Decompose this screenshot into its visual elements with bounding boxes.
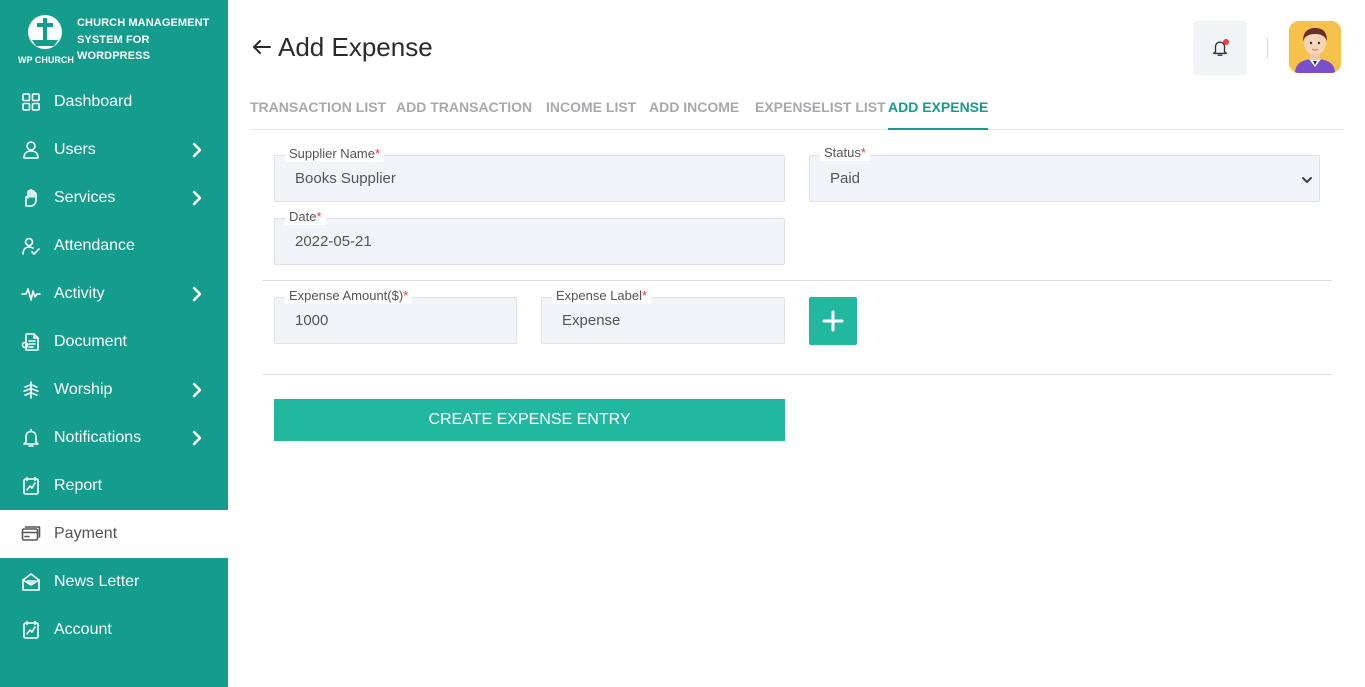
- sidebar-item-label: News Letter: [54, 573, 140, 590]
- tab-add-transaction[interactable]: ADD TRANSACTION: [396, 99, 532, 130]
- date-field[interactable]: Date* 2022-05-21: [274, 209, 785, 265]
- report-icon: [20, 475, 42, 497]
- section-divider: [262, 374, 1332, 375]
- chevron-right-icon: [190, 430, 204, 446]
- expense-amount-field[interactable]: Expense Amount($)* 1000: [274, 288, 517, 344]
- document-icon: [20, 331, 42, 353]
- notification-dot: [1223, 39, 1229, 45]
- expense-label-field[interactable]: Expense Label* Expense: [541, 288, 785, 344]
- sidebar-item-label: Document: [54, 333, 127, 350]
- supplier-name-field[interactable]: Supplier Name* Books Supplier: [274, 146, 785, 202]
- sidebar-item-label: Report: [54, 477, 103, 494]
- payment-icon: [20, 523, 42, 545]
- account-icon: [20, 619, 42, 641]
- sidebar-item-activity[interactable]: Activity: [0, 270, 228, 318]
- sidebar-item-label: Attendance: [54, 237, 135, 254]
- expense-label-value: Expense: [562, 312, 621, 329]
- services-hand-icon: [20, 187, 42, 209]
- brand[interactable]: WP CHURCH CHURCH MANAGEMENT SYSTEM FOR W…: [18, 12, 218, 68]
- supplier-name-value: Books Supplier: [295, 170, 396, 187]
- chevron-right-icon: [190, 382, 204, 398]
- tab-add-income[interactable]: ADD INCOME: [649, 99, 739, 130]
- sidebar-item-report[interactable]: Report: [0, 462, 228, 510]
- status-label: Status*: [820, 145, 870, 161]
- page-title: Add Expense: [250, 30, 433, 64]
- status-value: Paid: [830, 170, 861, 187]
- date-label: Date*: [285, 209, 326, 225]
- page-title-text: Add Expense: [278, 31, 433, 62]
- sidebar: WP CHURCH CHURCH MANAGEMENT SYSTEM FOR W…: [0, 0, 228, 687]
- sidebar-nav: Dashboard Users Services Attendance Acti…: [0, 78, 228, 654]
- header-divider: [1267, 38, 1268, 58]
- sidebar-item-label: Account: [54, 621, 112, 638]
- expense-amount-value: 1000: [295, 312, 329, 329]
- sidebar-item-label: Dashboard: [54, 93, 133, 110]
- expense-amount-label: Expense Amount($)*: [285, 288, 413, 304]
- sidebar-item-label: Services: [54, 189, 116, 206]
- plus-icon: [822, 310, 844, 332]
- supplier-name-label: Supplier Name*: [285, 146, 385, 162]
- svg-text:WP CHURCH: WP CHURCH: [18, 55, 74, 65]
- bell-icon: [20, 427, 42, 449]
- sidebar-item-attendance[interactable]: Attendance: [0, 222, 228, 270]
- chevron-right-icon: [190, 142, 204, 158]
- tab-transaction-list[interactable]: TRANSACTION LIST: [250, 99, 386, 130]
- brand-title: CHURCH MANAGEMENT SYSTEM FOR WORDPRESS: [77, 17, 210, 62]
- sidebar-item-label: Notifications: [54, 429, 142, 446]
- tab-expenselist-list[interactable]: EXPENSELIST LIST: [755, 99, 886, 130]
- sidebar-item-dashboard[interactable]: Dashboard: [0, 78, 228, 126]
- church-logo-icon: WP CHURCH: [18, 12, 74, 66]
- chevron-right-icon: [190, 190, 204, 206]
- sidebar-item-label: Activity: [54, 285, 105, 302]
- notifications-button[interactable]: [1193, 21, 1247, 75]
- tab-bar: TRANSACTION LIST ADD TRANSACTION INCOME …: [250, 96, 1344, 130]
- sidebar-item-services[interactable]: Services: [0, 174, 228, 222]
- section-divider: [262, 280, 1332, 281]
- activity-pulse-icon: [20, 283, 42, 305]
- create-expense-entry-button[interactable]: CREATE EXPENSE ENTRY: [274, 399, 785, 441]
- tab-add-expense[interactable]: ADD EXPENSE: [888, 99, 989, 130]
- newsletter-envelope-icon: [20, 571, 42, 593]
- add-expense-row-button[interactable]: [809, 297, 857, 345]
- sidebar-item-newsletter[interactable]: News Letter: [0, 558, 228, 606]
- sidebar-item-users[interactable]: Users: [0, 126, 228, 174]
- sidebar-item-label: Payment: [54, 525, 118, 542]
- attendance-user-check-icon: [20, 235, 42, 257]
- dashboard-grid-icon: [20, 91, 42, 113]
- sidebar-item-payment[interactable]: Payment: [0, 510, 228, 558]
- expense-label-label: Expense Label*: [552, 288, 652, 304]
- worship-icon: [20, 379, 42, 401]
- sidebar-item-label: Users: [54, 141, 96, 158]
- avatar[interactable]: [1289, 21, 1341, 73]
- date-value: 2022-05-21: [295, 233, 372, 250]
- chevron-right-icon: [190, 286, 204, 302]
- sidebar-item-document[interactable]: Document: [0, 318, 228, 366]
- tab-income-list[interactable]: INCOME LIST: [546, 99, 636, 130]
- status-select[interactable]: Status* Paid: [809, 145, 1320, 202]
- sidebar-item-account[interactable]: Account: [0, 606, 228, 654]
- sidebar-item-label: Worship: [54, 381, 113, 398]
- back-arrow-icon[interactable]: [250, 35, 274, 59]
- chevron-down-icon: [1301, 173, 1313, 185]
- sidebar-item-worship[interactable]: Worship: [0, 366, 228, 414]
- sidebar-item-notifications[interactable]: Notifications: [0, 414, 228, 462]
- user-icon: [20, 139, 42, 161]
